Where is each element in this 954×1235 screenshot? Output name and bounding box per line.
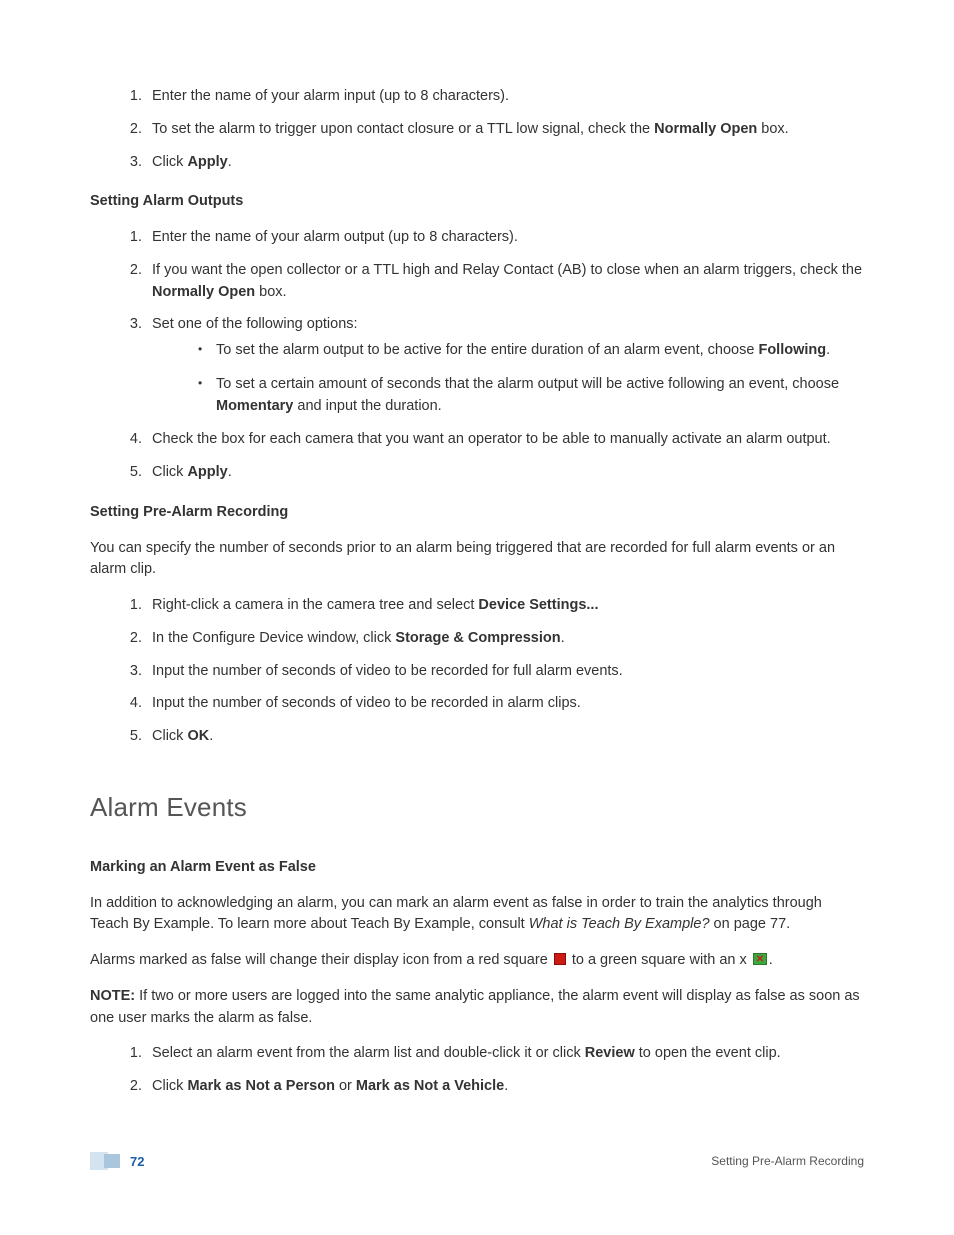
paragraph: You can specify the number of seconds pr… (90, 538, 864, 582)
list-item: Input the number of seconds of video to … (146, 693, 864, 715)
page-footer: 72 Setting Pre-Alarm Recording (0, 1152, 954, 1172)
document-page: Enter the name of your alarm input (up t… (0, 0, 954, 1098)
bold-text: Device Settings... (478, 597, 598, 613)
step-text: . (209, 728, 213, 744)
list-item: In the Configure Device window, click St… (146, 628, 864, 650)
bullet-text: To set the alarm output to be active for… (216, 342, 758, 358)
step-text: Click (152, 154, 187, 170)
list-item: Check the box for each camera that you w… (146, 429, 864, 451)
step-text: Enter the name of your alarm input (up t… (152, 88, 509, 104)
section-heading-alarm-events: Alarm Events (90, 788, 864, 827)
italic-text: What is Teach By Example? (529, 916, 710, 932)
step-text: Input the number of seconds of video to … (152, 695, 581, 711)
list-item: Click OK. (146, 726, 864, 748)
page-number: 72 (130, 1152, 144, 1172)
list-item: Click Mark as Not a Person or Mark as No… (146, 1076, 864, 1098)
bullet-text: and input the duration. (293, 398, 441, 414)
bullet-item: To set the alarm output to be active for… (198, 340, 864, 362)
sub-bullet-list: To set the alarm output to be active for… (152, 340, 864, 417)
step-text: to open the event clip. (635, 1045, 781, 1061)
bullet-text: . (826, 342, 830, 358)
step-text: Click (152, 1078, 187, 1094)
bold-text: OK (187, 728, 209, 744)
step-text: . (561, 630, 565, 646)
green-square-x-icon (753, 953, 767, 965)
list-item: Enter the name of your alarm output (up … (146, 227, 864, 249)
footer-section-label: Setting Pre-Alarm Recording (711, 1152, 864, 1170)
bold-text: Normally Open (654, 121, 757, 137)
step-text: . (228, 154, 232, 170)
paragraph: In addition to acknowledging an alarm, y… (90, 893, 864, 937)
para-text: on page 77. (710, 916, 791, 932)
step-text: . (504, 1078, 508, 1094)
list-item: Set one of the following options: To set… (146, 314, 864, 417)
step-text: Right-click a camera in the camera tree … (152, 597, 478, 613)
pre-alarm-steps: Right-click a camera in the camera tree … (90, 595, 864, 748)
subheading-pre-alarm: Setting Pre-Alarm Recording (90, 502, 864, 524)
list-item: Input the number of seconds of video to … (146, 661, 864, 683)
bold-text: Mark as Not a Person (187, 1078, 334, 1094)
step-text: . (228, 464, 232, 480)
step-text: Enter the name of your alarm output (up … (152, 229, 518, 245)
bold-text: Mark as Not a Vehicle (356, 1078, 504, 1094)
list-item: Click Apply. (146, 462, 864, 484)
bold-text: Following (758, 342, 826, 358)
alarm-output-steps: Enter the name of your alarm output (up … (90, 227, 864, 484)
bold-text: Storage & Compression (395, 630, 560, 646)
para-text: to a green square with an x (568, 952, 751, 968)
list-item: Right-click a camera in the camera tree … (146, 595, 864, 617)
step-text: Check the box for each camera that you w… (152, 431, 831, 447)
bold-text: Review (585, 1045, 635, 1061)
step-text: box. (757, 121, 788, 137)
step-text: If you want the open collector or a TTL … (152, 262, 862, 278)
footer-logo-icon (90, 1152, 122, 1170)
step-text: To set the alarm to trigger upon contact… (152, 121, 654, 137)
para-text: . (769, 952, 773, 968)
note-text: If two or more users are logged into the… (90, 988, 860, 1026)
footer-left: 72 (90, 1152, 144, 1172)
step-text: Click (152, 464, 187, 480)
red-square-icon (554, 953, 566, 965)
subheading-alarm-outputs: Setting Alarm Outputs (90, 191, 864, 213)
list-item: Enter the name of your alarm input (up t… (146, 86, 864, 108)
para-text: Alarms marked as false will change their… (90, 952, 552, 968)
step-text: or (335, 1078, 356, 1094)
subheading-marking-false: Marking an Alarm Event as False (90, 857, 864, 879)
bullet-text: To set a certain amount of seconds that … (216, 376, 839, 392)
bold-text: Apply (187, 464, 227, 480)
paragraph: Alarms marked as false will change their… (90, 950, 864, 972)
list-item: If you want the open collector or a TTL … (146, 260, 864, 304)
step-text: Select an alarm event from the alarm lis… (152, 1045, 585, 1061)
list-item: To set the alarm to trigger upon contact… (146, 119, 864, 141)
step-text: In the Configure Device window, click (152, 630, 395, 646)
list-item: Select an alarm event from the alarm lis… (146, 1043, 864, 1065)
bold-text: Normally Open (152, 284, 255, 300)
alarm-input-steps: Enter the name of your alarm input (up t… (90, 86, 864, 173)
step-text: box. (255, 284, 286, 300)
bold-text: Apply (187, 154, 227, 170)
list-item: Click Apply. (146, 152, 864, 174)
note-label: NOTE: (90, 988, 135, 1004)
step-text: Set one of the following options: (152, 316, 358, 332)
bold-text: Momentary (216, 398, 293, 414)
marking-false-steps: Select an alarm event from the alarm lis… (90, 1043, 864, 1098)
step-text: Input the number of seconds of video to … (152, 663, 623, 679)
note-paragraph: NOTE: If two or more users are logged in… (90, 986, 864, 1030)
step-text: Click (152, 728, 187, 744)
bullet-item: To set a certain amount of seconds that … (198, 374, 864, 418)
